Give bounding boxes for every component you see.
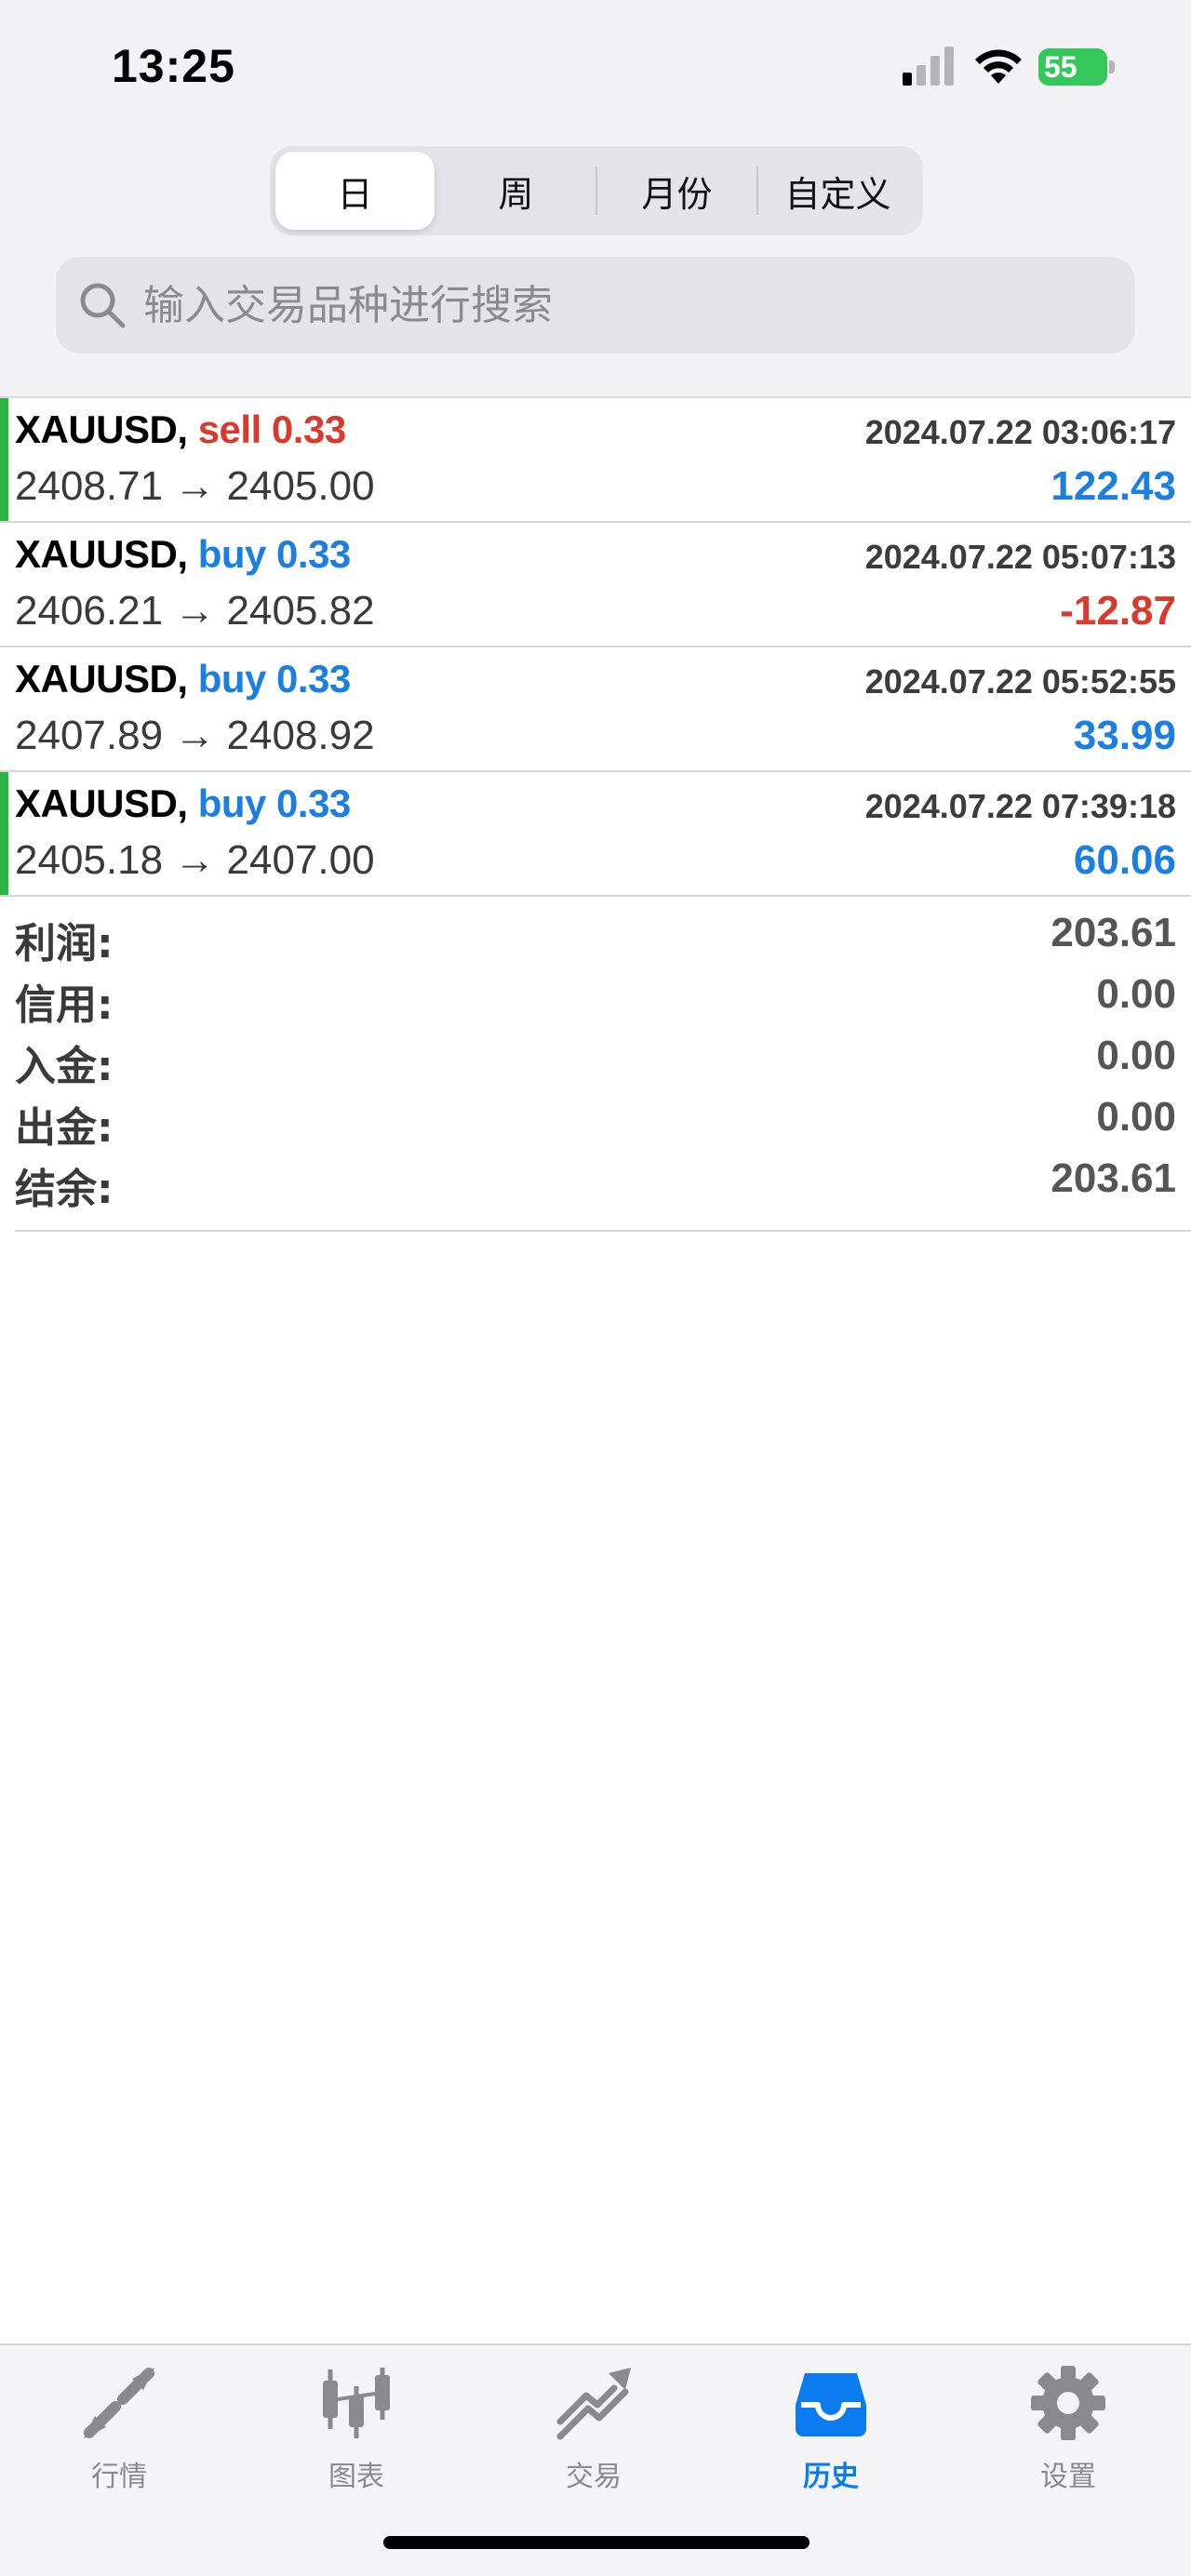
summary-label: 结余:	[15, 1166, 114, 1213]
deal-row[interactable]: XAUUSD, buy 0.33 2024.07.22 05:52:55 240…	[0, 647, 1191, 772]
cellular-signal-icon	[903, 47, 954, 86]
deal-profit: 122.43	[1050, 463, 1176, 509]
tab-history[interactable]: 历史	[747, 2364, 915, 2494]
deals-list: XAUUSD, sell 0.33 2024.07.22 03:06:17 24…	[0, 398, 1191, 897]
deal-time: 2024.07.22 07:39:18	[864, 787, 1176, 825]
tab-month[interactable]: 月份	[597, 152, 756, 230]
summary-label: 出金:	[15, 1104, 114, 1152]
summary-row-credit: 信用: 0.00	[15, 964, 1191, 1029]
search-icon	[80, 283, 126, 328]
tab-settings[interactable]: 设置	[984, 2364, 1152, 2494]
wifi-icon	[975, 49, 1022, 84]
history-inbox-icon	[796, 2373, 866, 2436]
tab-custom[interactable]: 自定义	[758, 152, 917, 230]
summary-value: 203.61	[1050, 1155, 1176, 1201]
summary-row-withdrawal: 出金: 0.00	[15, 1087, 1191, 1152]
tab-trade[interactable]: 交易	[510, 2364, 677, 2494]
deal-time: 2024.07.22 03:06:17	[864, 413, 1176, 451]
summary-label: 信用:	[15, 981, 114, 1029]
deal-direction: buy 0.33	[197, 781, 352, 825]
summary-row-deposit: 入金: 0.00	[15, 1025, 1191, 1090]
deal-title: XAUUSD, buy 0.33	[15, 781, 351, 826]
deal-prices: 2407.89 → 2408.92	[15, 713, 375, 758]
header-area: 13:25 55 日 周 月份 自定义	[0, 0, 1191, 398]
tab-label: 历史	[803, 2461, 859, 2493]
deal-title: XAUUSD, buy 0.33	[15, 657, 351, 701]
candlestick-chart-icon	[323, 2368, 390, 2438]
search-input[interactable]	[143, 274, 1111, 337]
deal-time: 2024.07.22 05:07:13	[864, 538, 1176, 576]
period-segmented-control: 日 周 月份 自定义	[270, 146, 923, 235]
summary-value: 0.00	[1096, 1094, 1176, 1140]
battery-level: 55	[1044, 50, 1077, 84]
summary-label: 利润:	[15, 920, 114, 968]
status-bar: 13:25 55	[0, 0, 1191, 121]
deal-row[interactable]: XAUUSD, sell 0.33 2024.07.22 03:06:17 24…	[0, 398, 1191, 523]
deal-symbol: XAUUSD,	[15, 657, 188, 701]
tab-label: 设置	[1040, 2461, 1096, 2493]
status-time: 13:25	[112, 40, 235, 92]
deal-row[interactable]: XAUUSD, buy 0.33 2024.07.22 07:39:18 240…	[0, 772, 1191, 897]
deal-profit: -12.87	[1060, 588, 1176, 634]
deal-symbol: XAUUSD,	[15, 407, 188, 451]
tab-charts[interactable]: 图表	[273, 2364, 440, 2494]
summary-label: 入金:	[15, 1043, 114, 1090]
quotes-arrows-icon	[84, 2368, 154, 2438]
deal-direction: buy 0.33	[197, 532, 352, 576]
deal-direction: sell 0.33	[197, 407, 346, 451]
trade-trend-icon	[556, 2368, 631, 2440]
summary-value: 0.00	[1096, 1033, 1176, 1078]
battery-icon: 55	[1038, 48, 1115, 86]
deal-symbol: XAUUSD,	[15, 532, 188, 576]
gear-icon	[1031, 2366, 1105, 2440]
summary-row-balance: 结余: 203.61	[15, 1148, 1191, 1213]
tab-label: 交易	[566, 2461, 622, 2493]
summary-row-profit: 利润: 203.61	[15, 902, 1191, 968]
search-bar[interactable]	[56, 257, 1135, 354]
deal-title: XAUUSD, sell 0.33	[15, 407, 346, 452]
deal-direction: buy 0.33	[197, 657, 352, 701]
deal-prices: 2406.21 → 2405.82	[15, 588, 375, 634]
deal-title: XAUUSD, buy 0.33	[15, 532, 351, 577]
summary-section: 利润: 203.61 信用: 0.00 入金: 0.00 出金: 0.00 结余…	[15, 902, 1191, 1232]
tab-label: 图表	[328, 2461, 384, 2493]
deal-row[interactable]: XAUUSD, buy 0.33 2024.07.22 05:07:13 240…	[0, 523, 1191, 647]
deal-profit: 60.06	[1073, 837, 1176, 883]
deal-symbol: XAUUSD,	[15, 781, 188, 825]
tab-quotes[interactable]: 行情	[35, 2364, 203, 2494]
deal-prices: 2405.18 → 2407.00	[15, 837, 375, 883]
home-indicator[interactable]	[383, 2536, 810, 2549]
summary-value: 0.00	[1096, 971, 1176, 1017]
deal-prices: 2408.71 → 2405.00	[15, 463, 375, 509]
tab-week[interactable]: 周	[436, 152, 596, 230]
tab-label: 行情	[91, 2461, 147, 2493]
deal-profit: 33.99	[1073, 713, 1176, 758]
deal-marker	[0, 398, 8, 521]
deal-marker	[0, 772, 8, 895]
deal-time: 2024.07.22 05:52:55	[864, 662, 1176, 701]
summary-value: 203.61	[1050, 910, 1176, 955]
tab-day[interactable]: 日	[275, 152, 435, 230]
